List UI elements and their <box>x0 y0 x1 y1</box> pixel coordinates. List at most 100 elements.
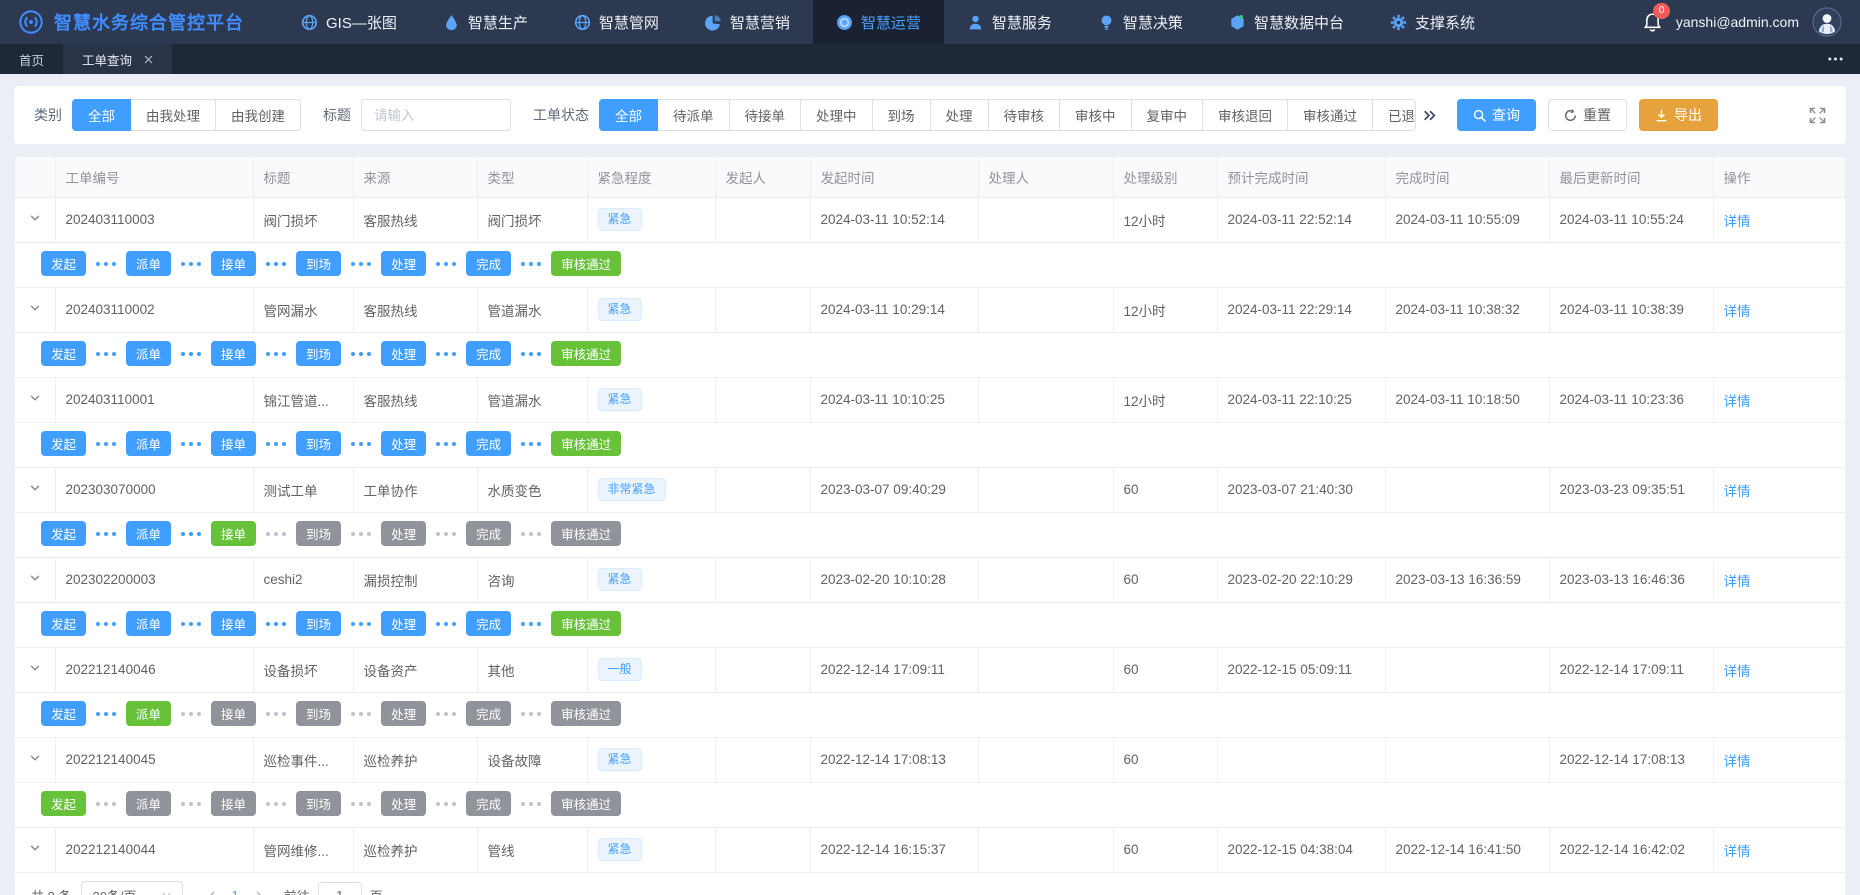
status-option-8[interactable]: 复审中 <box>1131 99 1204 131</box>
status-option-5[interactable]: 处理 <box>930 99 989 131</box>
step-2: 接单 <box>211 701 256 726</box>
detail-link[interactable]: 详情 <box>1724 484 1751 499</box>
status-option-9[interactable]: 审核退回 <box>1202 99 1288 131</box>
nav-item-5[interactable]: 智慧服务 <box>944 0 1075 44</box>
expand-row-button[interactable] <box>29 482 41 494</box>
cell-type: 咨询 <box>477 557 587 602</box>
step-2: 接单 <box>211 521 256 546</box>
notification-badge: 0 <box>1653 3 1671 19</box>
nav-item-7[interactable]: 智慧数据中台 <box>1206 0 1367 44</box>
cell-order_no: 202403110001 <box>55 377 253 422</box>
user-email[interactable]: yanshi@admin.com <box>1676 14 1799 30</box>
step-separator-dots <box>96 712 116 716</box>
refresh-icon <box>1564 109 1577 122</box>
urgency-badge: 紧急 <box>598 838 642 860</box>
category-option-2[interactable]: 由我创建 <box>215 99 301 131</box>
nav-item-3[interactable]: 智慧营销 <box>682 0 813 44</box>
export-button[interactable]: 导出 <box>1639 99 1718 131</box>
notifications-button[interactable]: 0 <box>1642 12 1663 33</box>
detail-link[interactable]: 详情 <box>1724 214 1751 229</box>
status-option-7[interactable]: 审核中 <box>1059 99 1132 131</box>
title-label: 标题 <box>323 105 351 125</box>
category-option-0[interactable]: 全部 <box>72 99 131 131</box>
page-size-select[interactable]: 20条/页 <box>81 881 182 895</box>
detail-link[interactable]: 详情 <box>1724 664 1751 679</box>
cell-order_no: 202403110003 <box>55 197 253 242</box>
nav-item-8[interactable]: 支撑系统 <box>1367 0 1498 44</box>
detail-link[interactable]: 详情 <box>1724 574 1751 589</box>
status-option-10[interactable]: 审核通过 <box>1287 99 1373 131</box>
status-option-2[interactable]: 待接单 <box>729 99 802 131</box>
query-button[interactable]: 查询 <box>1457 99 1536 131</box>
status-option-6[interactable]: 待审核 <box>988 99 1061 131</box>
expand-row-button[interactable] <box>29 392 41 404</box>
expand-row-button[interactable] <box>29 302 41 314</box>
nav-item-1[interactable]: 智慧生产 <box>420 0 551 44</box>
navbar-right: 0 yanshi@admin.com <box>1642 0 1860 44</box>
step-separator-dots <box>521 262 541 266</box>
cell-start_time: 2022-12-14 17:08:13 <box>810 737 978 782</box>
tab-1[interactable]: 工单查询 <box>63 44 172 74</box>
expand-row-button[interactable] <box>29 662 41 674</box>
expand-row-button[interactable] <box>29 572 41 584</box>
fullscreen-button[interactable] <box>1809 107 1826 124</box>
cell-level: 12小时 <box>1113 377 1217 422</box>
cell-expected_time: 2022-12-15 05:09:11 <box>1217 647 1385 692</box>
step-5: 完成 <box>466 521 511 546</box>
status-overflow-button[interactable] <box>1422 108 1437 123</box>
avatar[interactable] <box>1812 7 1842 37</box>
expand-row-button[interactable] <box>29 752 41 764</box>
cell-level: 60 <box>1113 467 1217 512</box>
nav-item-6[interactable]: 智慧决策 <box>1075 0 1206 44</box>
app-title: 智慧水务综合管控平台 <box>54 9 244 35</box>
status-option-3[interactable]: 处理中 <box>800 99 873 131</box>
nav-item-label: 智慧运营 <box>861 12 921 33</box>
detail-link[interactable]: 详情 <box>1724 304 1751 319</box>
expand-row-button[interactable] <box>29 842 41 854</box>
cell-initiator <box>715 647 810 692</box>
close-icon[interactable] <box>144 55 153 64</box>
current-page[interactable]: 1 <box>225 888 246 895</box>
cell-order_no: 202403110002 <box>55 287 253 332</box>
next-page-button[interactable] <box>246 890 272 895</box>
app-root: 智慧水务综合管控平台 GIS—张图 智慧生产 智慧管网智慧营销 智慧运营 智慧服务 智慧决… <box>0 0 1860 895</box>
expand-row-button[interactable] <box>29 212 41 224</box>
goto-page-input[interactable] <box>318 882 362 895</box>
status-option-11[interactable]: 已退 <box>1372 99 1416 131</box>
column-header-10: 完成时间 <box>1385 157 1549 197</box>
cell-type: 水质变色 <box>477 467 587 512</box>
detail-link[interactable]: 详情 <box>1724 754 1751 769</box>
nav-item-label: 智慧生产 <box>468 12 528 33</box>
column-header-2: 来源 <box>353 157 477 197</box>
status-option-1[interactable]: 待派单 <box>657 99 730 131</box>
status-option-0[interactable]: 全部 <box>599 99 658 131</box>
nav-item-2[interactable]: 智慧管网 <box>551 0 682 44</box>
cell-initiator <box>715 377 810 422</box>
tab-more-button[interactable] <box>1827 44 1860 74</box>
cell-expected_time: 2024-03-11 22:52:14 <box>1217 197 1385 242</box>
step-0: 发起 <box>41 701 86 726</box>
urgency-badge: 紧急 <box>598 208 642 230</box>
cell-type: 管线 <box>477 827 587 872</box>
step-separator-dots <box>181 622 201 626</box>
globe-icon <box>301 14 318 31</box>
cell-expected_time: 2024-03-11 22:10:25 <box>1217 377 1385 422</box>
step-separator-dots <box>436 442 456 446</box>
step-separator-dots <box>521 532 541 536</box>
cell-handler <box>978 557 1113 602</box>
reset-button[interactable]: 重置 <box>1548 99 1627 131</box>
status-option-4[interactable]: 到场 <box>872 99 931 131</box>
title-input[interactable] <box>361 99 511 131</box>
step-separator-dots <box>266 622 286 626</box>
reset-button-label: 重置 <box>1583 105 1611 125</box>
nav-item-0[interactable]: GIS—张图 <box>278 0 420 44</box>
category-option-1[interactable]: 由我处理 <box>130 99 216 131</box>
urgency-badge: 紧急 <box>598 568 642 590</box>
detail-link[interactable]: 详情 <box>1724 394 1751 409</box>
nav-item-label: 智慧决策 <box>1123 12 1183 33</box>
prev-page-button[interactable] <box>199 890 225 895</box>
detail-link[interactable]: 详情 <box>1724 844 1751 859</box>
tab-0[interactable]: 首页 <box>0 44 63 74</box>
step-6: 审核通过 <box>551 341 621 366</box>
nav-item-4[interactable]: 智慧运营 <box>813 0 944 44</box>
